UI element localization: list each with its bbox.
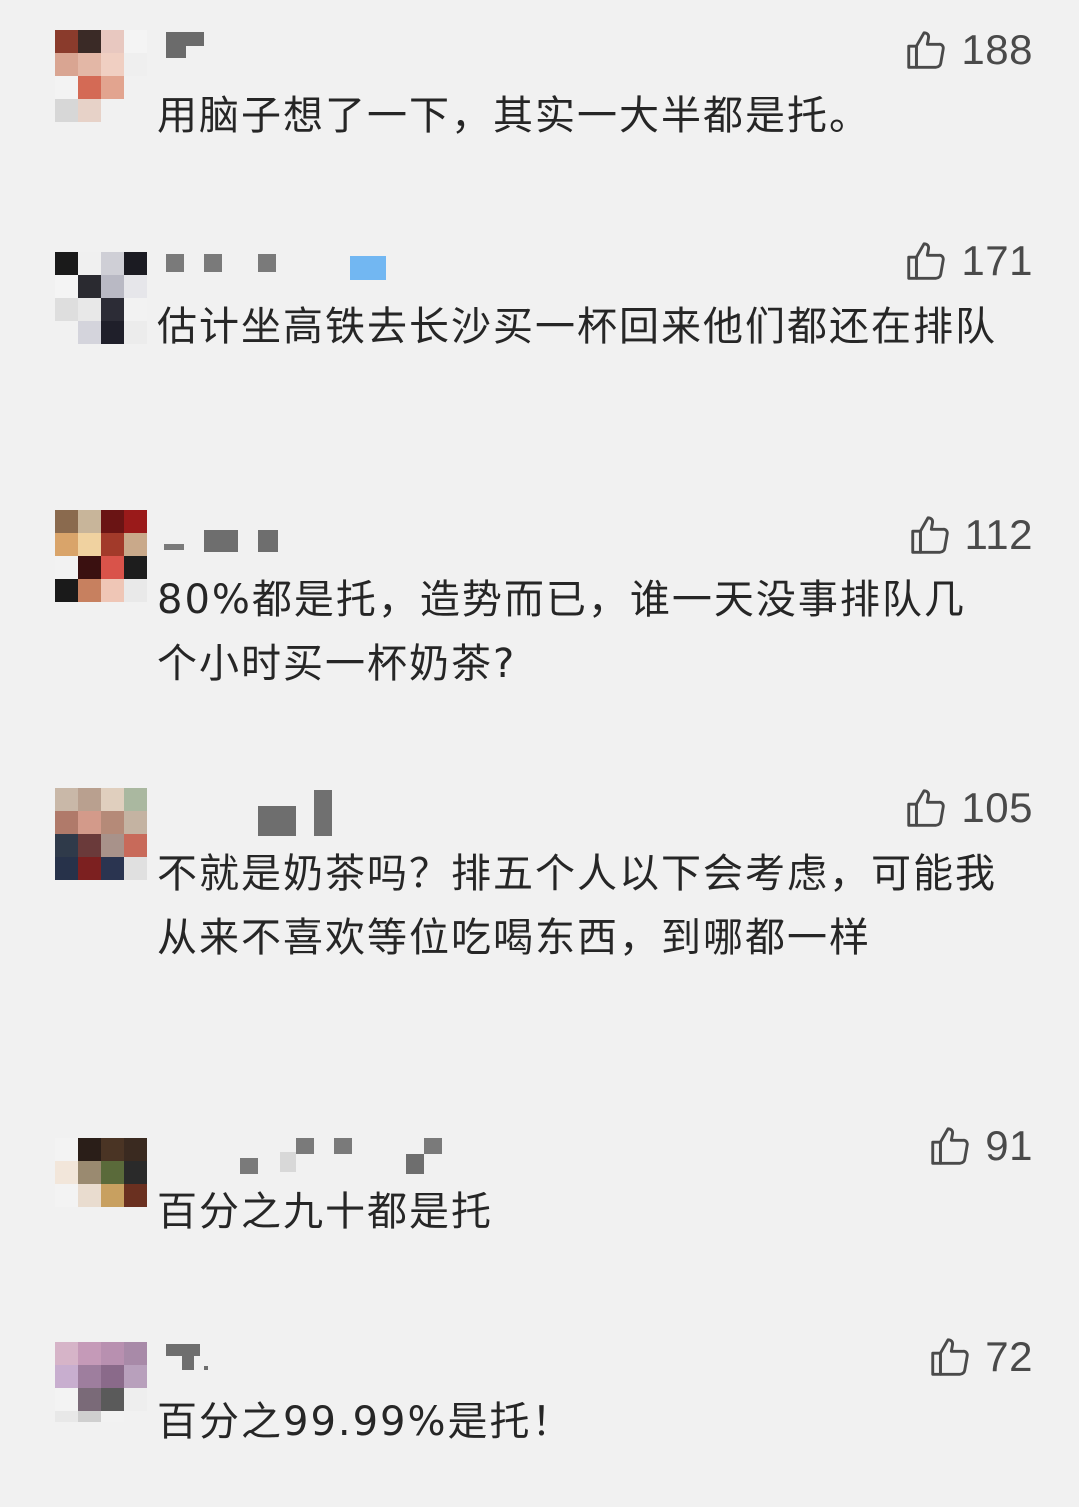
like-count: 188	[961, 26, 1033, 73]
username-masked[interactable]	[160, 252, 400, 280]
thumbs-up-icon	[931, 1127, 969, 1165]
like-button[interactable]: 105	[903, 784, 1033, 832]
comment-text: 不就是奶茶吗？排五个人以下会考虑，可能我从来不喜欢等位吃喝东西，到哪都一样	[157, 851, 997, 961]
like-button[interactable]: 72	[927, 1333, 1033, 1381]
comment-list: 188 用脑子想了一下，其实一大半都是托。 171 估计坐高铁去长沙买一杯回来他…	[0, 0, 1079, 1507]
avatar[interactable]	[55, 1138, 147, 1210]
like-button[interactable]: 112	[907, 511, 1033, 559]
like-count: 72	[985, 1333, 1033, 1380]
like-count: 171	[961, 237, 1033, 284]
like-button[interactable]: 171	[903, 237, 1033, 285]
comment-text: 百分之99.99%是托！	[157, 1399, 574, 1445]
avatar[interactable]	[55, 1342, 147, 1422]
thumbs-up-icon	[907, 242, 946, 280]
like-count: 112	[964, 511, 1033, 558]
thumbs-up-icon	[910, 516, 949, 554]
username-masked[interactable]	[160, 528, 290, 554]
avatar[interactable]	[55, 510, 147, 602]
like-button[interactable]: 91	[927, 1122, 1033, 1170]
like-count: 91	[985, 1122, 1033, 1169]
comment-text: 估计坐高铁去长沙买一杯回来他们都还在排队	[157, 304, 997, 350]
username-masked[interactable]	[160, 1344, 220, 1370]
thumbs-up-icon	[931, 1338, 969, 1376]
like-count: 105	[961, 784, 1033, 831]
thumbs-up-icon	[907, 789, 946, 827]
username-masked[interactable]	[160, 1138, 460, 1174]
username-masked[interactable]	[160, 790, 360, 836]
comment-text: 百分之九十都是托	[157, 1189, 493, 1235]
like-button[interactable]: 188	[903, 26, 1033, 74]
thumbs-up-icon	[907, 31, 946, 69]
comment-text: 80%都是托，造势而已，谁一天没事排队几个小时买一杯奶茶?	[157, 577, 966, 687]
avatar[interactable]	[55, 30, 147, 122]
avatar[interactable]	[55, 788, 147, 880]
avatar[interactable]	[55, 252, 147, 344]
username-masked[interactable]	[160, 32, 220, 58]
comment-text: 用脑子想了一下，其实一大半都是托。	[157, 93, 871, 139]
